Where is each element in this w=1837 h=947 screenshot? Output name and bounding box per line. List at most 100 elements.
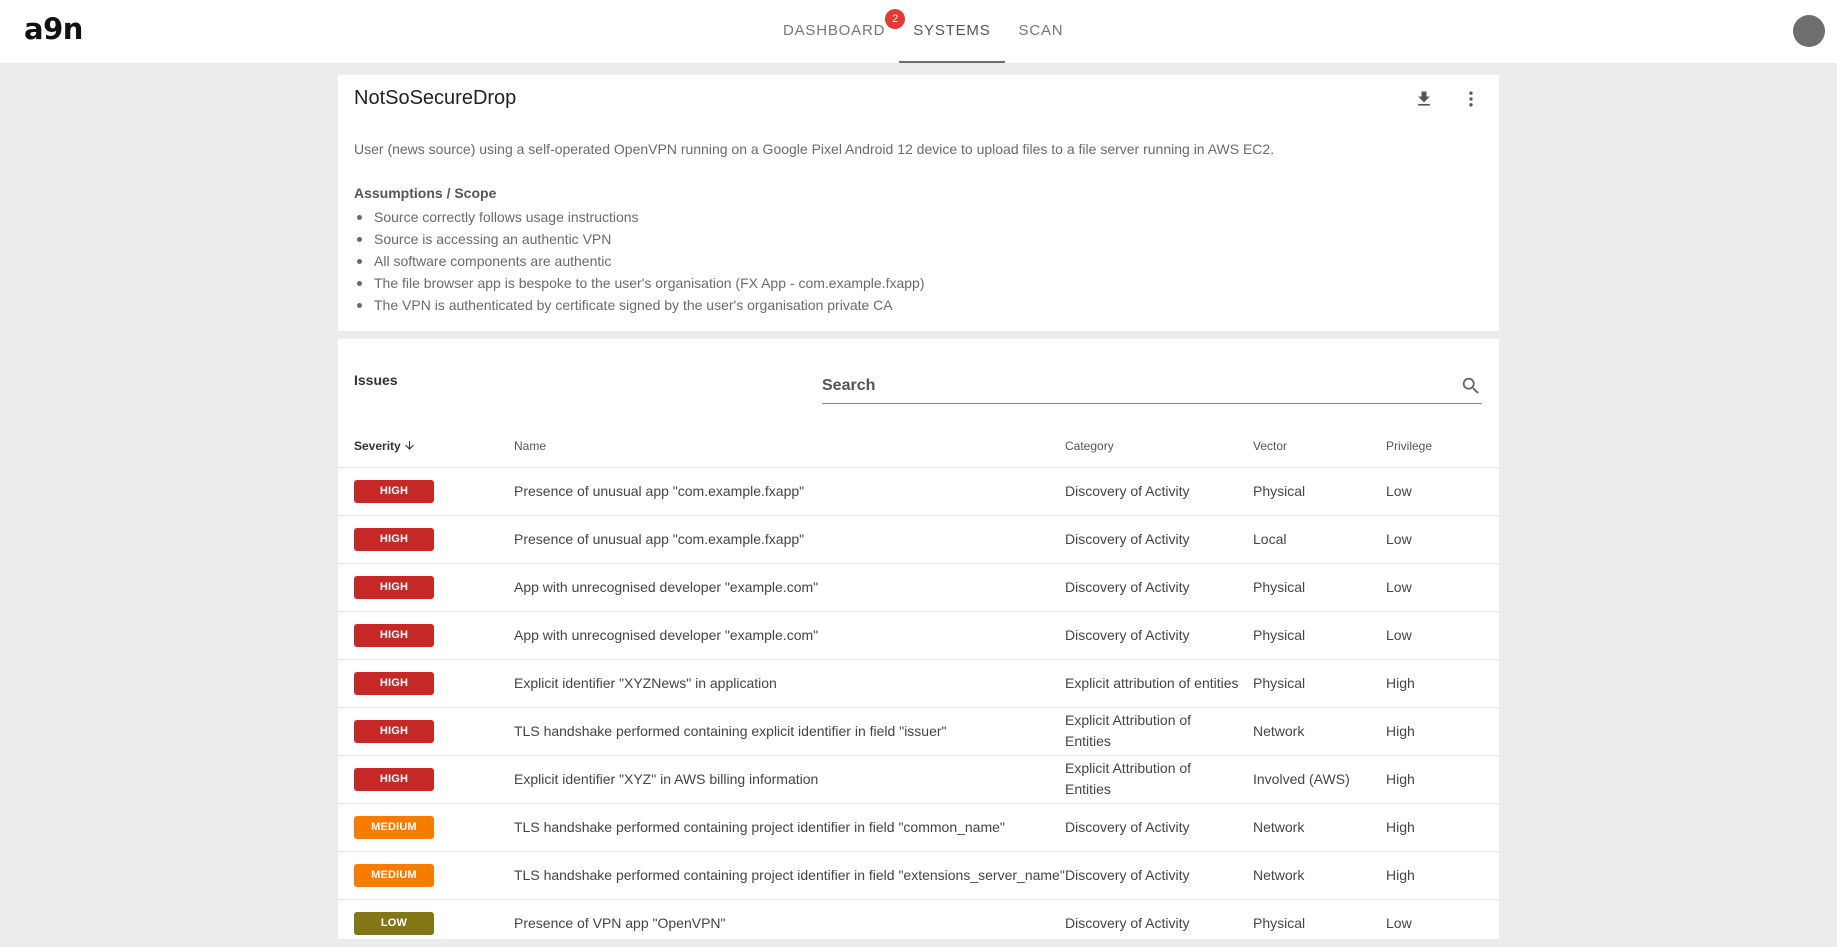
issue-name: Explicit identifier "XYZNews" in applica…: [514, 658, 1065, 707]
table-row[interactable]: HIGH App with unrecognised developer "ex…: [338, 610, 1499, 659]
issue-privilege: Low: [1386, 610, 1499, 659]
tab-scan[interactable]: SCAN: [1005, 0, 1078, 63]
issue-name: App with unrecognised developer "example…: [514, 610, 1065, 659]
issue-vector: Involved (AWS): [1253, 754, 1386, 803]
system-title: NotSoSecureDrop: [354, 87, 517, 109]
scope-item: The VPN is authenticated by certificate …: [354, 294, 925, 316]
scope-heading: Assumptions / Scope: [354, 185, 497, 201]
column-header-privilege[interactable]: Privilege: [1386, 425, 1499, 467]
scope-item: Source correctly follows usage instructi…: [354, 206, 925, 228]
issue-vector: Physical: [1253, 562, 1386, 611]
issue-name: TLS handshake performed containing proje…: [514, 802, 1065, 851]
tab-scan-label: SCAN: [1018, 22, 1064, 39]
more-options-button[interactable]: [1458, 86, 1484, 112]
severity-chip: HIGH: [354, 528, 434, 551]
table-header-row: Severity Name Category Vector Privilege: [338, 425, 1499, 467]
issue-category: Explicit Attribution of Entities: [1065, 754, 1253, 803]
issue-category: Discovery of Activity: [1065, 850, 1253, 899]
issues-table-body: HIGH Presence of unusual app "com.exampl…: [338, 466, 1499, 947]
tab-systems[interactable]: SYSTEMS: [899, 0, 1005, 63]
severity-chip: HIGH: [354, 720, 434, 743]
issue-vector: Physical: [1253, 466, 1386, 515]
scope-item: All software components are authentic: [354, 250, 925, 272]
table-row[interactable]: HIGH Explicit identifier "XYZ" in AWS bi…: [338, 754, 1499, 803]
top-app-bar: a9n DASHBOARD 2 SYSTEMS SCAN: [0, 0, 1837, 63]
issue-category: Discovery of Activity: [1065, 610, 1253, 659]
table-row[interactable]: HIGH Presence of unusual app "com.exampl…: [338, 466, 1499, 515]
search-icon[interactable]: [1460, 375, 1482, 397]
table-row[interactable]: LOW Presence of VPN app "OpenVPN" Discov…: [338, 898, 1499, 947]
issue-vector: Physical: [1253, 610, 1386, 659]
issue-privilege: Low: [1386, 514, 1499, 563]
issue-category: Discovery of Activity: [1065, 562, 1253, 611]
issues-table: Severity Name Category Vector Privilege …: [338, 425, 1499, 947]
issue-category: Discovery of Activity: [1065, 466, 1253, 515]
issue-vector: Physical: [1253, 898, 1386, 947]
column-header-severity-label: Severity: [354, 438, 401, 453]
issue-name: Presence of unusual app "com.example.fxa…: [514, 514, 1065, 563]
issue-privilege: High: [1386, 850, 1499, 899]
column-header-vector[interactable]: Vector: [1253, 425, 1386, 467]
issue-category: Discovery of Activity: [1065, 514, 1253, 563]
tab-dashboard[interactable]: DASHBOARD 2: [769, 0, 906, 63]
column-header-severity[interactable]: Severity: [338, 425, 514, 467]
issue-name: Explicit identifier "XYZ" in AWS billing…: [514, 754, 1065, 803]
severity-chip: HIGH: [354, 768, 434, 791]
issues-card: Issues Severity Name Category Vector Pri…: [338, 339, 1499, 947]
severity-chip: LOW: [354, 912, 434, 936]
table-row[interactable]: HIGH TLS handshake performed containing …: [338, 706, 1499, 755]
issue-privilege: High: [1386, 802, 1499, 851]
issue-vector: Network: [1253, 706, 1386, 755]
issue-privilege: High: [1386, 706, 1499, 755]
table-row[interactable]: MEDIUM TLS handshake performed containin…: [338, 850, 1499, 899]
severity-cell: HIGH: [338, 562, 514, 611]
issue-vector: Network: [1253, 802, 1386, 851]
scope-item: Source is accessing an authentic VPN: [354, 228, 925, 250]
issue-privilege: High: [1386, 754, 1499, 803]
severity-cell: HIGH: [338, 610, 514, 659]
tab-dashboard-label: DASHBOARD: [783, 22, 886, 39]
issue-name: TLS handshake performed containing expli…: [514, 706, 1065, 755]
main-nav: DASHBOARD 2 SYSTEMS SCAN: [769, 0, 1077, 63]
issue-name: Presence of VPN app "OpenVPN": [514, 898, 1065, 947]
table-row[interactable]: HIGH Explicit identifier "XYZNews" in ap…: [338, 658, 1499, 707]
issue-category: Explicit Attribution of Entities: [1065, 706, 1253, 755]
severity-chip: HIGH: [354, 576, 434, 599]
issue-category: Discovery of Activity: [1065, 898, 1253, 947]
severity-cell: HIGH: [338, 466, 514, 515]
issue-name: App with unrecognised developer "example…: [514, 562, 1065, 611]
user-avatar[interactable]: [1793, 15, 1825, 47]
column-header-category[interactable]: Category: [1065, 425, 1253, 467]
issue-vector: Local: [1253, 514, 1386, 563]
table-row[interactable]: HIGH Presence of unusual app "com.exampl…: [338, 514, 1499, 563]
issue-privilege: Low: [1386, 562, 1499, 611]
severity-chip: HIGH: [354, 624, 434, 647]
table-row[interactable]: HIGH App with unrecognised developer "ex…: [338, 562, 1499, 611]
tab-systems-label: SYSTEMS: [913, 22, 991, 39]
scope-list: Source correctly follows usage instructi…: [354, 206, 925, 316]
severity-cell: MEDIUM: [338, 802, 514, 851]
arrow-down-icon: [404, 440, 414, 450]
issue-name: Presence of unusual app "com.example.fxa…: [514, 466, 1065, 515]
issue-vector: Network: [1253, 850, 1386, 899]
search-box: [822, 369, 1482, 404]
issue-category: Explicit attribution of entities: [1065, 658, 1253, 707]
severity-chip: MEDIUM: [354, 816, 434, 839]
severity-cell: HIGH: [338, 706, 514, 755]
table-row[interactable]: MEDIUM TLS handshake performed containin…: [338, 802, 1499, 851]
severity-cell: LOW: [338, 898, 514, 947]
system-description: User (news source) using a self-operated…: [354, 141, 1275, 157]
severity-chip: HIGH: [354, 480, 434, 503]
more-vert-icon: [1469, 91, 1473, 107]
issue-privilege: Low: [1386, 898, 1499, 947]
severity-cell: HIGH: [338, 514, 514, 563]
severity-chip: HIGH: [354, 672, 434, 695]
download-button[interactable]: [1411, 86, 1437, 112]
system-card: NotSoSecureDrop User (news source) using…: [338, 75, 1499, 331]
search-input[interactable]: [822, 369, 1442, 403]
issues-title: Issues: [354, 372, 398, 388]
issue-vector: Physical: [1253, 658, 1386, 707]
app-logo[interactable]: a9n: [24, 12, 83, 46]
column-header-name[interactable]: Name: [514, 425, 1065, 467]
scope-item: The file browser app is bespoke to the u…: [354, 272, 925, 294]
